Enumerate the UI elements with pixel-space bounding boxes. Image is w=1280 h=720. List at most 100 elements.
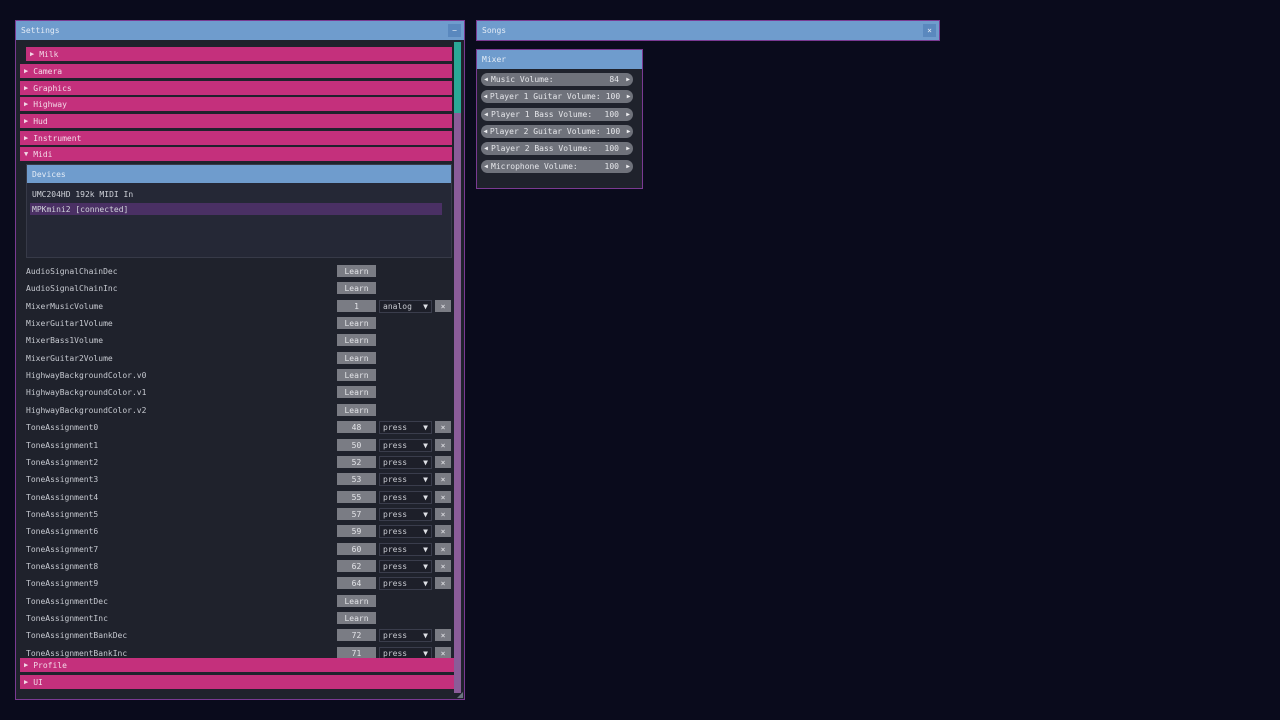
- midi-value-button[interactable]: 62: [337, 560, 376, 572]
- learn-button[interactable]: Learn: [337, 595, 376, 607]
- clear-binding-button[interactable]: ×: [435, 491, 451, 503]
- midi-mode-dropdown[interactable]: press ▼: [379, 508, 432, 521]
- volume-slider[interactable]: ◀ Player 2 Guitar Volume: 100 ▶: [481, 124, 633, 138]
- section-header-milk[interactable]: ▶ Milk: [26, 47, 452, 61]
- clear-binding-button[interactable]: ×: [435, 473, 451, 485]
- clear-binding-button[interactable]: ×: [435, 560, 451, 572]
- decrease-arrow-icon[interactable]: ◀: [481, 76, 491, 83]
- volume-slider[interactable]: ◀ Player 1 Bass Volume: 100 ▶: [481, 107, 633, 121]
- midi-mode-dropdown[interactable]: press ▼: [379, 473, 432, 486]
- section-header-ui[interactable]: ▶ UI: [20, 675, 454, 689]
- clear-binding-button[interactable]: ×: [435, 543, 451, 555]
- volume-slider[interactable]: ◀ Microphone Volume: 100 ▶: [481, 159, 633, 173]
- increase-arrow-icon[interactable]: ▶: [624, 93, 633, 100]
- increase-arrow-icon[interactable]: ▶: [623, 76, 633, 83]
- midi-mode-dropdown[interactable]: analog ▼: [379, 300, 432, 313]
- increase-arrow-icon[interactable]: ▶: [624, 128, 633, 135]
- midi-mode-dropdown[interactable]: press ▼: [379, 439, 432, 452]
- chevron-down-icon: ▼: [423, 579, 428, 588]
- midi-binding-label: ToneAssignment5: [26, 510, 99, 519]
- settings-scrollbar-track-lower[interactable]: [454, 113, 461, 693]
- decrease-arrow-icon[interactable]: ◀: [481, 163, 491, 170]
- device-item[interactable]: MPKmini2 [connected]: [30, 203, 442, 215]
- midi-mode-dropdown[interactable]: press ▼: [379, 421, 432, 434]
- clear-binding-button[interactable]: ×: [435, 439, 451, 451]
- clear-binding-button[interactable]: ×: [435, 456, 451, 468]
- clear-binding-button[interactable]: ×: [435, 577, 451, 589]
- settings-titlebar[interactable]: Settings −: [16, 21, 464, 40]
- midi-mode-dropdown[interactable]: press ▼: [379, 525, 432, 538]
- clear-binding-button[interactable]: ×: [435, 300, 451, 312]
- midi-value-button[interactable]: 48: [337, 421, 376, 433]
- section-header-profile[interactable]: ▶ Profile: [20, 658, 454, 672]
- settings-scrollbar[interactable]: [454, 42, 461, 693]
- midi-value-button[interactable]: 50: [337, 439, 376, 451]
- learn-button[interactable]: Learn: [337, 317, 376, 329]
- volume-slider[interactable]: ◀ Player 2 Bass Volume: 100 ▶: [481, 142, 633, 156]
- increase-arrow-icon[interactable]: ▶: [623, 111, 633, 118]
- chevron-down-icon: ▼: [423, 423, 428, 432]
- device-item[interactable]: UMC204HD 192k MIDI In: [30, 188, 442, 200]
- volume-label: Player 2 Guitar Volume:: [489, 126, 601, 136]
- midi-mode-dropdown[interactable]: press ▼: [379, 629, 432, 642]
- section-header-instrument[interactable]: ▶ Instrument: [20, 131, 452, 145]
- midi-value-button[interactable]: 53: [337, 473, 376, 485]
- devices-panel: Devices UMC204HD 192k MIDI In MPKmini2 [co…: [26, 164, 452, 258]
- section-header-highway[interactable]: ▶ Highway: [20, 97, 452, 111]
- decrease-arrow-icon[interactable]: ◀: [481, 145, 491, 152]
- midi-value-button[interactable]: 52: [337, 456, 376, 468]
- midi-binding-label: ToneAssignment3: [26, 475, 99, 484]
- learn-button[interactable]: Learn: [337, 352, 376, 364]
- learn-button[interactable]: Learn: [337, 386, 376, 398]
- songs-window: Songs ×: [476, 20, 940, 41]
- mixer-title: Mixer: [482, 55, 507, 64]
- clear-binding-button[interactable]: ×: [435, 421, 451, 433]
- learn-button[interactable]: Learn: [337, 612, 376, 624]
- midi-mode-dropdown[interactable]: press ▼: [379, 577, 432, 590]
- clear-binding-button[interactable]: ×: [435, 629, 451, 641]
- volume-slider[interactable]: ◀ Player 1 Guitar Volume: 100 ▶: [481, 90, 633, 104]
- learn-button[interactable]: Learn: [337, 334, 376, 346]
- decrease-arrow-icon[interactable]: ◀: [481, 111, 491, 118]
- midi-mode-dropdown[interactable]: press ▼: [379, 543, 432, 556]
- volume-slider[interactable]: ◀ Music Volume: 84 ▶: [481, 73, 633, 86]
- learn-button[interactable]: Learn: [337, 265, 376, 277]
- midi-mode-dropdown[interactable]: press ▼: [379, 560, 432, 573]
- mixer-titlebar[interactable]: Mixer: [477, 50, 642, 69]
- midi-value-button[interactable]: 55: [337, 491, 376, 503]
- learn-button[interactable]: Learn: [337, 369, 376, 381]
- settings-resize-grip-icon[interactable]: [457, 692, 463, 698]
- midi-value-button[interactable]: 64: [337, 577, 376, 589]
- chevron-down-icon: ▼: [423, 545, 428, 554]
- section-header-hud[interactable]: ▶ Hud: [20, 114, 452, 128]
- expanded-arrow-icon: ▼: [24, 150, 29, 158]
- section-header-graphics[interactable]: ▶ Graphics: [20, 81, 452, 95]
- midi-mode-dropdown[interactable]: press ▼: [379, 491, 432, 504]
- devices-title: Devices: [27, 165, 451, 183]
- midi-value-button[interactable]: 72: [337, 629, 376, 641]
- songs-titlebar[interactable]: Songs ×: [477, 21, 939, 40]
- section-header-camera[interactable]: ▶ Camera: [20, 64, 452, 78]
- midi-binding-label: ToneAssignmentBankDec: [26, 631, 128, 640]
- increase-arrow-icon[interactable]: ▶: [623, 163, 633, 170]
- midi-value-button[interactable]: 60: [337, 543, 376, 555]
- midi-mode-dropdown[interactable]: press ▼: [379, 456, 432, 469]
- clear-binding-button[interactable]: ×: [435, 508, 451, 520]
- songs-close-button[interactable]: ×: [923, 24, 936, 37]
- midi-value-button[interactable]: 59: [337, 525, 376, 537]
- clear-binding-button[interactable]: ×: [435, 525, 451, 537]
- learn-button[interactable]: Learn: [337, 282, 376, 294]
- midi-binding-label: MixerGuitar1Volume: [26, 319, 113, 328]
- section-header-midi[interactable]: ▼ Midi: [20, 147, 452, 161]
- learn-button[interactable]: Learn: [337, 404, 376, 416]
- midi-value-button[interactable]: 57: [337, 508, 376, 520]
- midi-value-button[interactable]: 1: [337, 300, 376, 312]
- decrease-arrow-icon[interactable]: ◀: [481, 93, 490, 100]
- volume-value: 100: [605, 126, 621, 136]
- increase-arrow-icon[interactable]: ▶: [623, 145, 633, 152]
- settings-collapse-button[interactable]: −: [448, 24, 461, 37]
- volume-label: Player 1 Bass Volume:: [491, 109, 593, 119]
- volume-value: 100: [605, 92, 621, 102]
- decrease-arrow-icon[interactable]: ◀: [481, 128, 490, 135]
- settings-scrollbar-thumb[interactable]: [454, 42, 461, 113]
